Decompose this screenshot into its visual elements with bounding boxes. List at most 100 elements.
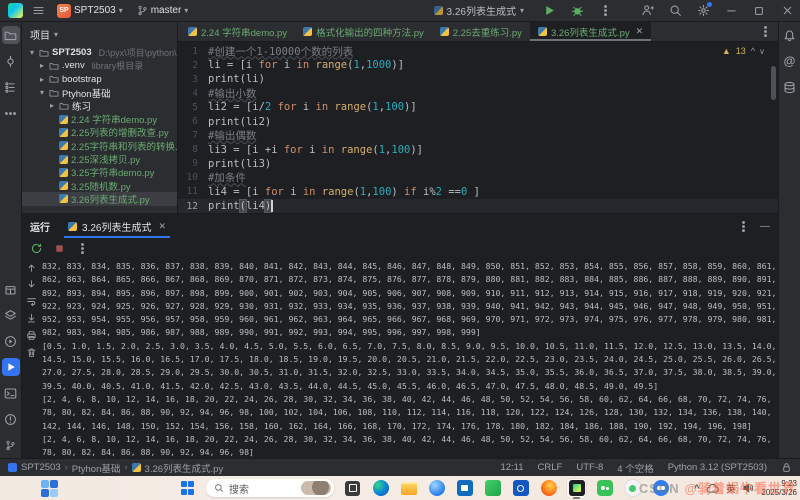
project-selector[interactable]: SP SPT2503 ▾ bbox=[53, 2, 127, 20]
run-tab[interactable]: 3.26列表生成式 ✕ bbox=[64, 214, 170, 238]
tree-expand-icon[interactable]: ▸ bbox=[38, 75, 46, 84]
code-line[interactable]: 1#创建一个1-10000个数的列表 bbox=[178, 44, 778, 58]
breadcrumb-item[interactable]: 3.26列表生成式.py bbox=[145, 461, 224, 475]
breadcrumb-item[interactable]: Ptyhon基础 bbox=[72, 461, 121, 475]
print-icon[interactable] bbox=[26, 330, 37, 341]
tree-item-file[interactable]: 2.25字符串和列表的转换.py bbox=[22, 139, 177, 152]
status-widget[interactable]: Python 3.12 (SPT2503) bbox=[668, 462, 767, 473]
prev-problem-icon[interactable]: ^ bbox=[751, 46, 755, 56]
run-anything-icon[interactable] bbox=[2, 332, 20, 350]
code-line[interactable]: 11li4 = [i for i in range(1,100) if i%2 … bbox=[178, 185, 778, 199]
status-widget[interactable]: UTF-8 bbox=[576, 462, 603, 473]
lock-icon[interactable] bbox=[781, 462, 792, 473]
editor-scrollbar[interactable] bbox=[771, 66, 776, 100]
code-line[interactable]: 5li2 = [i/2 for i in range(1,100)] bbox=[178, 100, 778, 114]
code-line[interactable]: 9print(li3) bbox=[178, 157, 778, 171]
close-icon[interactable]: ✕ bbox=[158, 221, 166, 232]
python-packages-icon[interactable] bbox=[2, 280, 20, 298]
tray-clock[interactable]: 9:23 2025/3/26 bbox=[761, 479, 797, 497]
taskbar-edge-icon[interactable] bbox=[371, 479, 390, 498]
code-line[interactable]: 7#输出偶数 bbox=[178, 129, 778, 143]
taskbar-search-box[interactable]: 搜索 bbox=[206, 479, 334, 497]
tree-item-folder[interactable]: ▸练习 bbox=[22, 99, 177, 112]
tree-item-file[interactable]: 3.25随机数.py bbox=[22, 179, 177, 192]
tree-item-folder[interactable]: ▸bootstrap bbox=[22, 73, 177, 86]
services-icon[interactable] bbox=[2, 306, 20, 324]
tree-item-file[interactable]: 2.24 字符串demo.py bbox=[22, 112, 177, 125]
taskbar-cloud-app-icon[interactable] bbox=[651, 479, 670, 498]
editor-tab[interactable]: 2.24 字符串demo.py bbox=[180, 22, 295, 41]
console-output[interactable]: 832, 833, 834, 835, 836, 837, 838, 839, … bbox=[40, 258, 778, 458]
run-panel-options-icon[interactable] bbox=[737, 220, 750, 233]
taskbar-pycharm-icon[interactable] bbox=[567, 479, 586, 498]
version-control-icon[interactable] bbox=[2, 436, 20, 454]
more-actions-icon[interactable] bbox=[596, 2, 614, 20]
maximize-button[interactable] bbox=[750, 2, 768, 20]
run-configuration-selector[interactable]: 3.26列表生成式 ▾ bbox=[434, 3, 524, 18]
main-menu-icon[interactable] bbox=[29, 2, 47, 20]
stop-button[interactable] bbox=[53, 242, 66, 255]
taskbar-file-explorer-icon[interactable] bbox=[399, 479, 418, 498]
project-tool-icon[interactable] bbox=[2, 26, 20, 44]
status-widget[interactable]: 12:11 bbox=[500, 462, 523, 473]
tree-expand-icon[interactable]: ▾ bbox=[38, 88, 46, 97]
ai-assistant-icon[interactable]: @ bbox=[781, 52, 799, 70]
widgets-button[interactable] bbox=[40, 479, 58, 497]
problems-icon[interactable] bbox=[2, 410, 20, 428]
code-line[interactable]: 6print(li2) bbox=[178, 114, 778, 128]
tree-item-file[interactable]: 3.25字符串demo.py bbox=[22, 166, 177, 179]
debug-button[interactable] bbox=[568, 2, 586, 20]
more-tools-icon[interactable] bbox=[2, 104, 20, 122]
taskbar-firefox-icon[interactable] bbox=[539, 479, 558, 498]
taskbar-clock-app-icon[interactable] bbox=[511, 479, 530, 498]
code-line[interactable]: 2li = [i for i in range(1,1000)] bbox=[178, 58, 778, 72]
code-editor[interactable]: 1#创建一个1-10000个数的列表2li = [i for i in rang… bbox=[178, 42, 778, 213]
status-widget[interactable]: 4 个空格 bbox=[617, 461, 653, 475]
database-icon[interactable] bbox=[781, 78, 799, 96]
tray-cloud-icon[interactable] bbox=[706, 482, 719, 495]
soft-wrap-icon[interactable] bbox=[26, 296, 37, 307]
tree-item-folder[interactable]: ▸.venvlibrary根目录 bbox=[22, 59, 177, 72]
hide-panel-icon[interactable]: — bbox=[760, 221, 770, 232]
code-line[interactable]: 4#输出小数 bbox=[178, 86, 778, 100]
terminal-icon[interactable] bbox=[2, 384, 20, 402]
branch-selector[interactable]: master ▾ bbox=[133, 3, 193, 18]
tree-item-file[interactable]: 2.25列表的增删改查.py bbox=[22, 126, 177, 139]
tree-item-file[interactable]: 3.26列表生成式.py bbox=[22, 192, 177, 205]
code-line[interactable]: 10#加条件 bbox=[178, 171, 778, 185]
run-tool-icon[interactable] bbox=[2, 358, 20, 376]
tree-expand-icon[interactable]: ▸ bbox=[48, 101, 56, 110]
tabs-more-icon[interactable] bbox=[753, 22, 778, 41]
code-line[interactable]: 12print(li4) bbox=[178, 199, 778, 213]
taskbar-task-view-icon[interactable] bbox=[343, 479, 362, 498]
taskbar-copilot-icon[interactable] bbox=[427, 479, 446, 498]
code-with-me-icon[interactable] bbox=[638, 2, 656, 20]
tree-expand-icon[interactable]: ▾ bbox=[28, 48, 36, 57]
code-line[interactable]: 8li3 = [i +i for i in range(1,100)] bbox=[178, 143, 778, 157]
editor-tab[interactable]: 2.25去重练习.py bbox=[432, 22, 530, 41]
status-widget[interactable]: CRLF bbox=[538, 462, 563, 473]
taskbar-chat-app-icon[interactable] bbox=[623, 479, 642, 498]
tree-expand-icon[interactable]: ▸ bbox=[38, 61, 46, 70]
close-button[interactable] bbox=[778, 2, 796, 20]
tree-item-file[interactable]: 2.25深浅拷贝.py bbox=[22, 152, 177, 165]
commit-tool-icon[interactable] bbox=[2, 52, 20, 70]
run-button[interactable] bbox=[540, 2, 558, 20]
tree-item-folder[interactable]: ▾SPT2503D:\pyx\项目\python\myflaskp bbox=[22, 46, 177, 59]
breadcrumb-item[interactable]: SPT2503 bbox=[21, 462, 61, 473]
scroll-up-icon[interactable] bbox=[26, 262, 37, 273]
search-everywhere-icon[interactable] bbox=[666, 2, 684, 20]
scroll-down-icon[interactable] bbox=[26, 279, 37, 290]
taskbar-green-app-icon[interactable] bbox=[483, 479, 502, 498]
code-line[interactable]: 3print(li) bbox=[178, 72, 778, 86]
taskbar-store-icon[interactable] bbox=[455, 479, 474, 498]
editor-tab[interactable]: 格式化输出的四种方法.py bbox=[295, 22, 432, 41]
minimize-button[interactable] bbox=[722, 2, 740, 20]
console-more-icon[interactable] bbox=[76, 242, 89, 255]
scroll-to-end-icon[interactable] bbox=[26, 313, 37, 324]
structure-tool-icon[interactable] bbox=[2, 78, 20, 96]
taskbar-wechat-icon[interactable] bbox=[595, 479, 614, 498]
rerun-button[interactable] bbox=[30, 242, 43, 255]
notifications-icon[interactable] bbox=[781, 26, 799, 44]
tree-item-folder[interactable]: ▾Ptyhon基础 bbox=[22, 86, 177, 99]
